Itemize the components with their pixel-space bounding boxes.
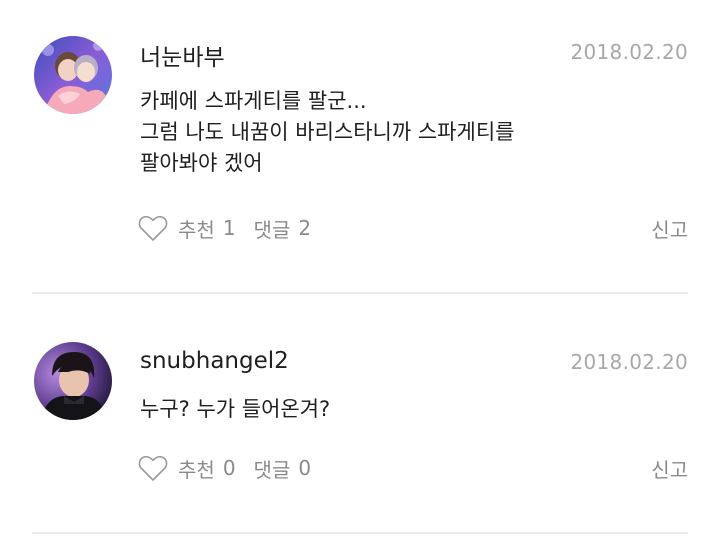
comment-item: snubhangel2 2018.02.20 누구? 누가 들어온겨? 추천 0… (0, 294, 720, 532)
username[interactable]: snubhangel2 (140, 348, 289, 374)
like-count: 0 (222, 456, 236, 480)
avatar-image (34, 342, 112, 420)
heart-outline-icon[interactable] (138, 214, 168, 242)
reply-count: 0 (298, 456, 312, 480)
divider (32, 532, 688, 534)
comment-date: 2018.02.20 (570, 40, 688, 64)
comment-item: 너눈바부 2018.02.20 카페에 스파게티를 팔군... 그럼 나도 내꿈… (0, 0, 720, 292)
comment-actions: 추천 1 댓글 2 (138, 212, 311, 244)
report-button[interactable]: 신고 (651, 214, 688, 243)
comment-date: 2018.02.20 (570, 350, 688, 374)
like-label[interactable]: 추천 (178, 214, 215, 243)
username[interactable]: 너눈바부 (140, 38, 225, 72)
like-count: 1 (222, 216, 236, 240)
comment-text: 카페에 스파게티를 팔군... 그럼 나도 내꿈이 바리스타니까 스파게티를 팔… (140, 89, 515, 175)
like-label[interactable]: 추천 (178, 454, 215, 483)
comment-actions: 추천 0 댓글 0 (138, 452, 311, 484)
reply-count: 2 (298, 216, 312, 240)
avatar[interactable] (34, 342, 112, 420)
reply-label[interactable]: 댓글 (254, 214, 291, 243)
avatar-image (34, 36, 112, 114)
report-button[interactable]: 신고 (651, 454, 688, 483)
heart-outline-icon[interactable] (138, 454, 168, 482)
reply-label[interactable]: 댓글 (254, 454, 291, 483)
comment-text: 누구? 누가 들어온겨? (140, 397, 331, 421)
avatar[interactable] (34, 36, 112, 114)
